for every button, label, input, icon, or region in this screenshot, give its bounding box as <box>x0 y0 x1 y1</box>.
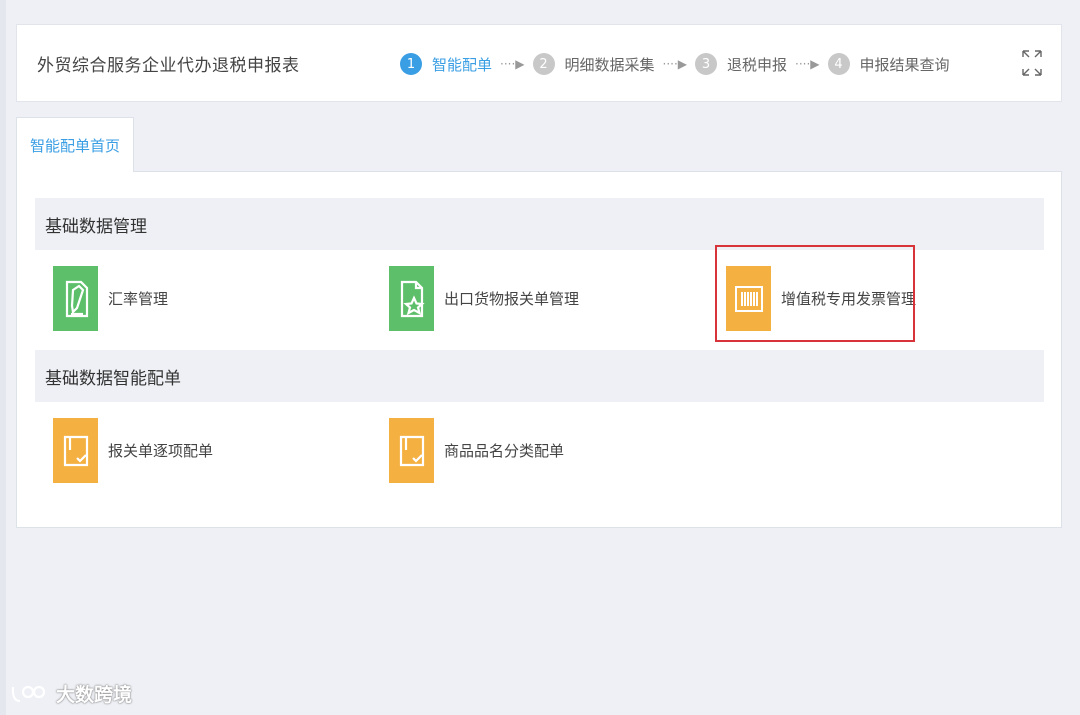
step-1[interactable]: 1 智能配单 <box>400 53 492 75</box>
document-star-icon <box>389 266 434 331</box>
highlight-box <box>715 245 915 342</box>
step-2[interactable]: 2 明细数据采集 <box>532 53 655 75</box>
step-progress: 1 智能配单 ····▶ 2 明细数据采集 ····▶ 3 退税申报 ····▶… <box>400 49 950 79</box>
watermark: 大数跨境 <box>10 680 132 707</box>
section-header-basic-data: 基础数据管理 <box>35 198 1044 250</box>
page-title: 外贸综合服务企业代办退税申报表 <box>37 56 300 76</box>
tile-customs-declaration[interactable]: 出口货物报关单管理 <box>389 266 579 331</box>
tab-smart-matching-home[interactable]: 智能配单首页 <box>16 117 134 172</box>
box-check-icon <box>389 418 434 483</box>
tile-item-matching[interactable]: 报关单逐项配单 <box>53 418 213 483</box>
box-check-icon <box>53 418 98 483</box>
tile-label: 报关单逐项配单 <box>108 442 214 460</box>
step-arrow-icon: ····▶ <box>500 57 525 71</box>
page-header: 外贸综合服务企业代办退税申报表 1 智能配单 ····▶ 2 明细数据采集 ··… <box>16 24 1062 102</box>
fullscreen-expand-icon[interactable] <box>1021 49 1043 77</box>
step-number: 4 <box>827 53 850 75</box>
step-number: 3 <box>695 53 718 75</box>
left-edge-strip <box>0 0 6 715</box>
watermark-logo-icon <box>11 685 46 702</box>
step-number: 2 <box>532 53 555 75</box>
tile-label: 汇率管理 <box>108 290 169 308</box>
document-edit-icon <box>53 266 98 331</box>
step-label: 智能配单 <box>432 55 493 74</box>
step-label: 明细数据采集 <box>564 55 655 74</box>
step-arrow-icon: ····▶ <box>662 57 688 71</box>
main-panel: 基础数据管理 汇率管理 出口货物报关单管理 增值税专用发票管理 基础数据智能配单… <box>16 171 1062 528</box>
tile-label: 出口货物报关单管理 <box>444 290 580 308</box>
step-3[interactable]: 3 退税申报 <box>695 53 787 75</box>
step-number: 1 <box>400 53 422 75</box>
tile-exchange-rate[interactable]: 汇率管理 <box>53 266 168 331</box>
step-label: 退税申报 <box>727 55 788 74</box>
tile-category-matching[interactable]: 商品品名分类配单 <box>389 418 564 483</box>
step-arrow-icon: ····▶ <box>795 57 820 71</box>
step-4[interactable]: 4 申报结果查询 <box>827 53 950 75</box>
section-header-smart-matching: 基础数据智能配单 <box>35 350 1044 402</box>
tile-label: 商品品名分类配单 <box>444 442 565 460</box>
watermark-text: 大数跨境 <box>56 684 133 706</box>
step-label: 申报结果查询 <box>859 55 950 74</box>
